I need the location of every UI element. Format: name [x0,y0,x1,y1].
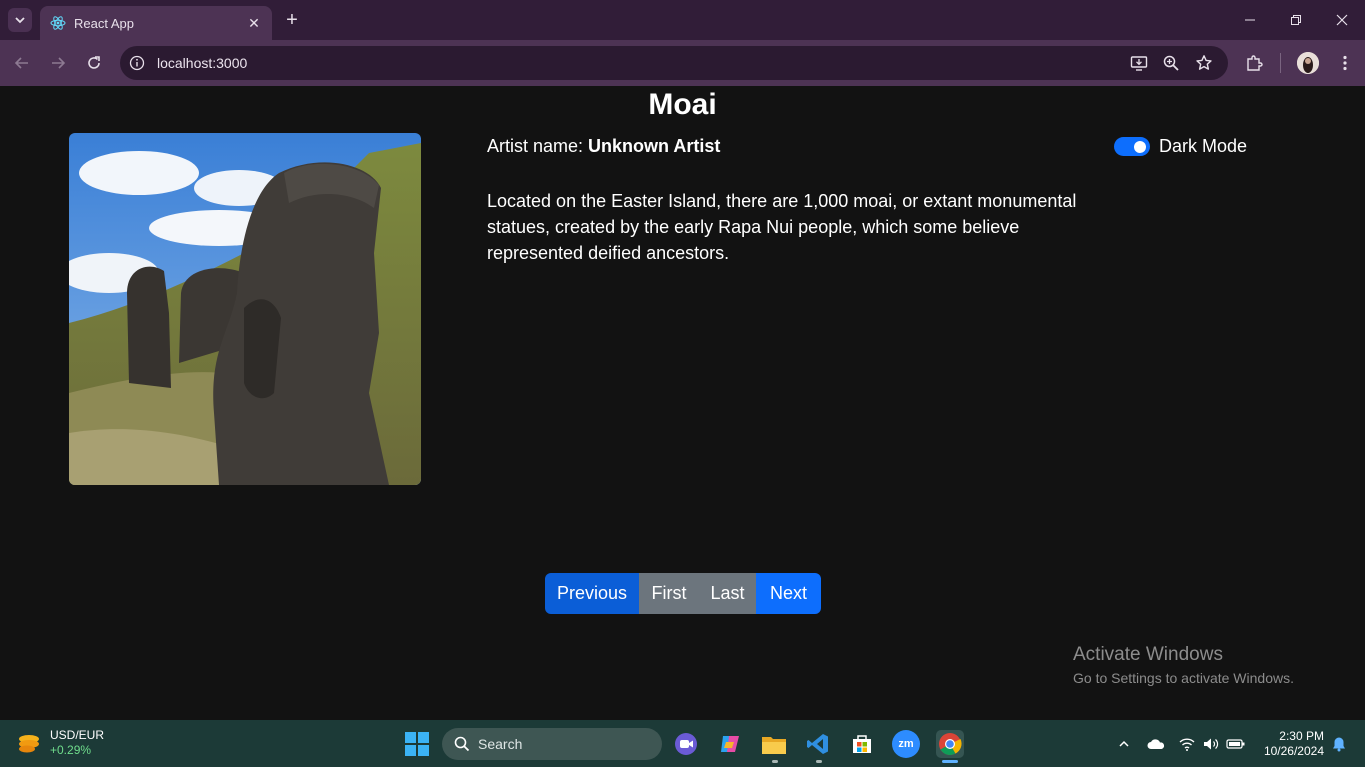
last-button[interactable]: Last [699,573,756,614]
close-window-button[interactable] [1319,0,1365,40]
file-explorer-icon[interactable] [760,730,788,758]
artwork-description: Located on the Easter Island, there are … [487,191,1077,263]
arrow-left-icon [14,57,28,69]
search-icon [454,736,470,752]
tab-title: React App [74,15,134,31]
install-app-icon[interactable] [1130,54,1148,72]
active-app-indicator [942,760,958,763]
currency-widget[interactable]: USD/EUR +0.29% [16,728,104,758]
start-tile [418,745,429,756]
previous-button[interactable]: Previous [545,573,639,614]
pagination-button-group: Previous First Last Next [545,573,821,614]
running-indicator [772,760,778,763]
minimize-window-button[interactable] [1227,0,1273,40]
copilot-icon[interactable] [716,730,744,758]
profile-avatar[interactable] [1297,52,1319,74]
clock-date: 10/26/2024 [1263,744,1324,758]
microsoft-store-icon[interactable] [848,730,876,758]
next-button[interactable]: Next [756,573,821,614]
widget-title: USD/EUR [50,728,105,742]
start-tile [405,732,416,743]
minimize-icon [1245,19,1255,21]
currency-coins-icon [16,730,42,756]
forward-button[interactable] [46,51,70,75]
restore-icon [1291,15,1301,25]
first-button[interactable]: First [639,573,699,614]
zoom-app-icon[interactable]: zm [892,730,920,758]
artwork-title: Moai [648,88,717,121]
dark-mode-label[interactable]: Dark Mode [1159,136,1247,157]
start-tile [405,745,416,756]
volume-icon[interactable] [1202,735,1220,753]
widget-change: +0.29% [50,743,92,757]
start-tile [418,732,429,743]
react-logo-icon [50,15,66,31]
toggle-switch[interactable] [1114,137,1150,156]
onedrive-cloud-icon[interactable] [1146,735,1166,753]
artist-line: Artist name: Unknown Artist [487,136,720,157]
notification-bell-icon[interactable] [1330,735,1348,753]
back-button[interactable] [10,51,34,75]
close-icon [1336,14,1348,26]
chevron-down-icon [15,17,25,24]
show-hidden-icons-chevron-icon[interactable] [1115,735,1133,753]
windows-start-button[interactable] [405,732,429,756]
more-menu-icon[interactable] [1335,53,1355,73]
restore-window-button[interactable] [1273,0,1319,40]
chrome-icon[interactable] [936,730,964,758]
reload-icon [88,56,100,69]
activate-windows-watermark: Activate Windows Go to Settings to activ… [1073,644,1294,686]
bookmark-star-icon[interactable] [1195,54,1213,72]
close-tab-icon[interactable]: ✕ [244,13,264,33]
site-info-icon[interactable] [128,54,146,72]
watermark-subtitle: Go to Settings to activate Windows. [1073,670,1294,686]
arrow-right-icon [52,57,66,69]
zoom-icon[interactable] [1162,54,1180,72]
taskbar-search[interactable]: Search [442,728,662,760]
browser-tab[interactable]: React App ✕ [40,6,272,40]
reload-button[interactable] [82,51,106,75]
vscode-icon[interactable] [804,730,832,758]
watermark-title: Activate Windows [1073,644,1223,665]
dark-mode-switch[interactable]: Dark Mode [1114,136,1247,157]
clock-time: 2:30 PM [1279,729,1324,743]
artist-name: Unknown Artist [588,136,721,156]
new-tab-button[interactable]: + [280,8,304,32]
artwork-image [69,133,421,485]
toolbar-divider [1280,53,1281,73]
running-indicator [816,760,822,763]
extensions-puzzle-icon[interactable] [1244,53,1264,73]
battery-icon[interactable] [1226,735,1246,753]
toggle-knob [1134,140,1146,153]
meet-app-icon[interactable] [672,730,700,758]
moai-statues-image [69,133,421,485]
taskbar-clock[interactable]: 2:30 PM 10/26/2024 [1258,729,1324,759]
url-text[interactable]: localhost:3000 [157,55,247,71]
wifi-icon[interactable] [1178,735,1196,753]
search-label: Search [478,736,523,752]
artist-label: Artist name: [487,136,584,156]
address-bar[interactable]: localhost:3000 [120,46,1228,80]
tab-search-button[interactable] [8,8,32,32]
